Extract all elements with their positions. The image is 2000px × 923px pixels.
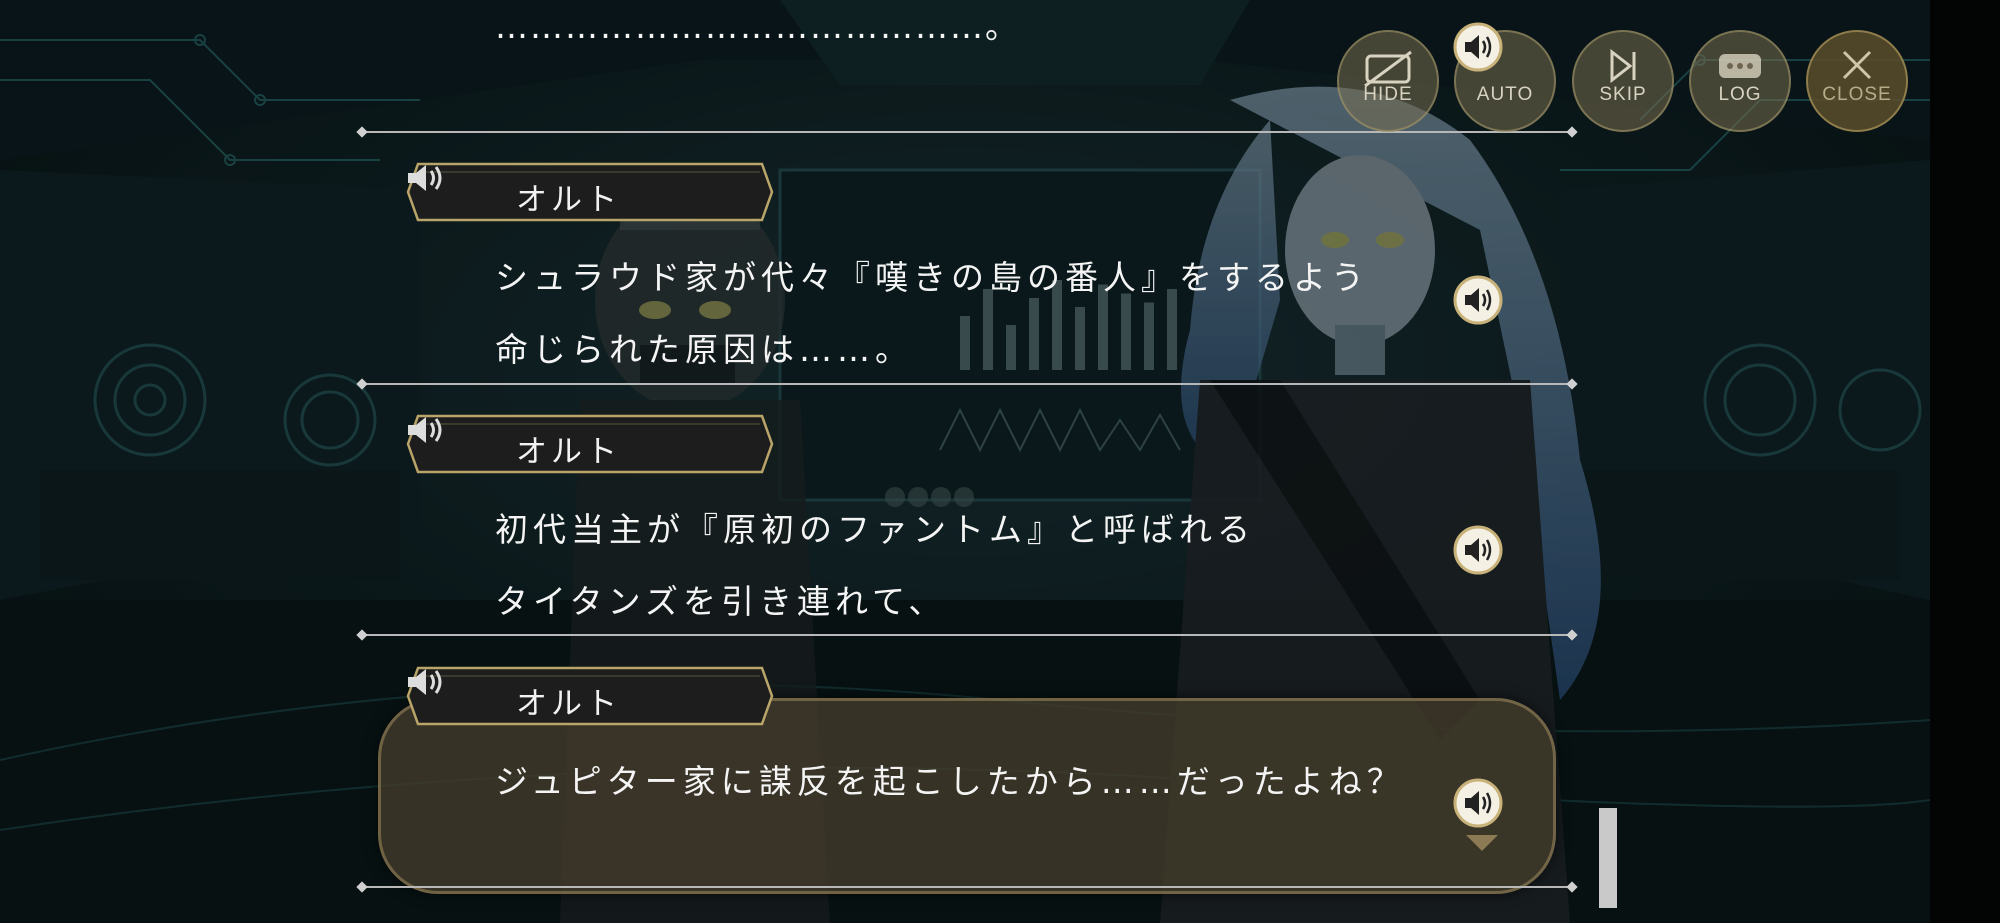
log-button[interactable]: LOG bbox=[1689, 30, 1791, 132]
speaker-name: オルト bbox=[516, 182, 621, 218]
auto-voice-icon bbox=[1453, 22, 1503, 72]
log-icon bbox=[1719, 54, 1761, 78]
dialogue-line: タイタンズを引き連れて、 bbox=[495, 582, 947, 621]
voice-replay-button[interactable] bbox=[1453, 275, 1503, 325]
speaker-voice-icon[interactable] bbox=[406, 162, 446, 194]
close-label: CLOSE bbox=[1822, 84, 1892, 105]
log-divider bbox=[362, 634, 1572, 636]
dialogue-line: 初代当主が『原初のファントム』と呼ばれる bbox=[495, 510, 1255, 549]
hide-icon bbox=[1364, 50, 1412, 88]
speaker-voice-icon[interactable] bbox=[406, 666, 446, 698]
log-top-line: ……………………………………。 bbox=[495, 7, 1020, 46]
close-icon bbox=[1842, 50, 1872, 80]
dialogue-line: ジュピター家に謀反を起こしたから……だったよね？ bbox=[495, 762, 1405, 801]
skip-label: SKIP bbox=[1599, 84, 1647, 105]
skip-icon bbox=[1610, 48, 1636, 84]
voice-replay-button[interactable] bbox=[1453, 525, 1503, 575]
log-divider bbox=[362, 383, 1572, 385]
hide-button[interactable]: HIDE bbox=[1337, 30, 1439, 132]
speaker-name: オルト bbox=[516, 434, 621, 470]
auto-label: AUTO bbox=[1476, 84, 1534, 105]
log-label: LOG bbox=[1718, 84, 1762, 105]
skip-button[interactable]: SKIP bbox=[1572, 30, 1674, 132]
speaker-name: オルト bbox=[516, 686, 621, 722]
hide-label: HIDE bbox=[1363, 84, 1413, 105]
log-scrollbar[interactable] bbox=[1599, 808, 1617, 908]
dialogue-line: 命じられた原因は……。 bbox=[495, 330, 913, 369]
log-divider bbox=[362, 886, 1572, 888]
next-arrow-icon bbox=[1466, 835, 1498, 851]
speaker-name-plate: オルト bbox=[406, 162, 774, 222]
speaker-name-plate: オルト bbox=[406, 414, 774, 474]
screen-edge bbox=[1930, 0, 2000, 923]
dialogue-line: シュラウド家が代々『嘆きの島の番人』をするよう bbox=[495, 258, 1369, 297]
speaker-name-plate: オルト bbox=[406, 666, 774, 726]
game-scene: ……………………………………。 オルト シュラウド家が代々『嘆きの島の番人』をす… bbox=[0, 0, 1930, 923]
speaker-voice-icon[interactable] bbox=[406, 414, 446, 446]
voice-replay-button[interactable] bbox=[1453, 778, 1503, 828]
close-button[interactable]: CLOSE bbox=[1806, 30, 1908, 132]
